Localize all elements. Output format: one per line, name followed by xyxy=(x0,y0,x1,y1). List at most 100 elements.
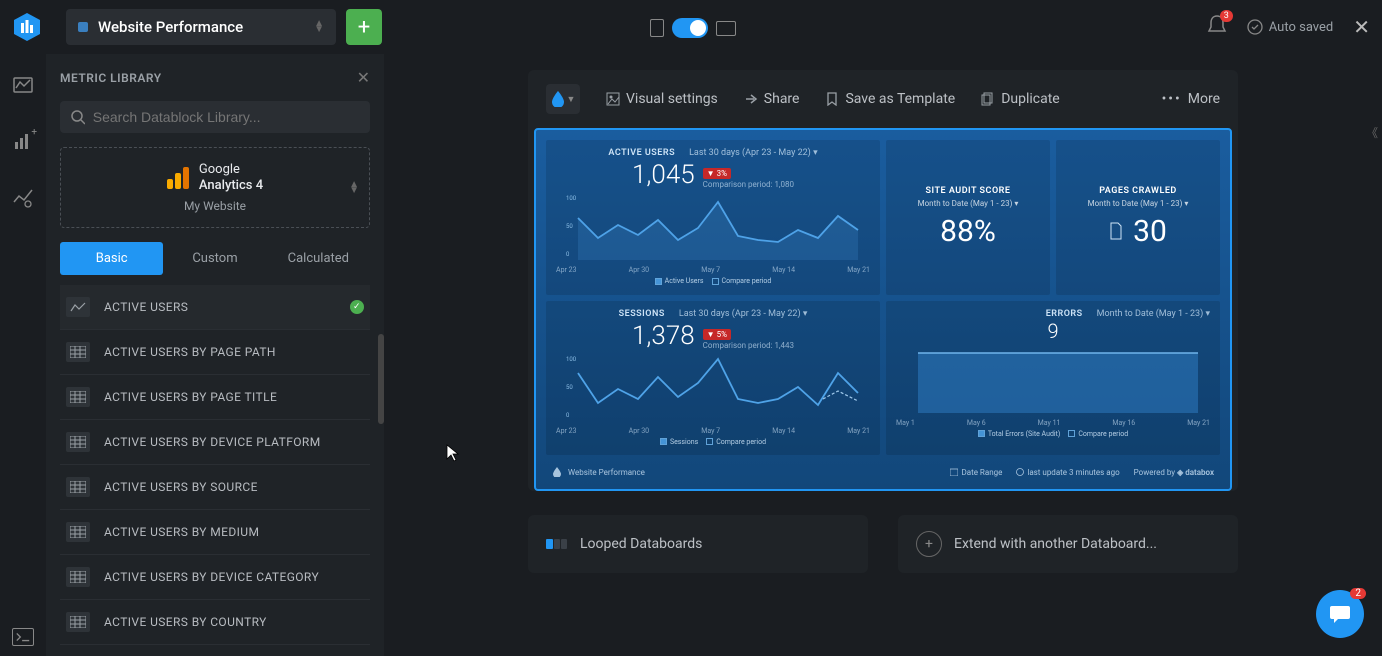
chevron-updown-icon: ▲▼ xyxy=(314,21,324,33)
share-button[interactable]: Share xyxy=(744,91,800,107)
table-icon xyxy=(66,477,90,497)
nav-metrics-icon[interactable]: + xyxy=(12,130,34,152)
databoard-footer: Website Performance Date Range last upda… xyxy=(546,461,1220,479)
nav-dashboards-icon[interactable] xyxy=(12,74,34,96)
widget-errors[interactable]: ERRORS Month to Date (May 1 - 23) ▾ 9 Ma… xyxy=(886,301,1220,456)
databoard-preview[interactable]: ACTIVE USERS Last 30 days (Apr 23 - May … xyxy=(534,128,1232,491)
svg-text:100: 100 xyxy=(566,195,577,202)
chevron-down-icon: ▾ xyxy=(1184,199,1188,208)
picture-icon xyxy=(606,92,620,106)
bookmark-icon xyxy=(825,92,839,106)
search-box[interactable] xyxy=(60,101,370,133)
metric-label: ACTIVE USERS BY SOURCE xyxy=(104,480,258,494)
datasource-card[interactable]: Google Analytics 4 My Website ▲▼ xyxy=(60,147,370,228)
metric-item[interactable]: ACTIVE USERS BY DEVICE PLATFORM xyxy=(60,420,370,465)
metric-item[interactable]: ACTIVE USERS ✓ xyxy=(60,285,370,330)
notifications-button[interactable]: 3 xyxy=(1207,14,1227,40)
close-button[interactable]: ✕ xyxy=(1353,15,1370,39)
widget-pages-crawled[interactable]: PAGES CRAWLED Month to Date (May 1 - 23)… xyxy=(1056,140,1220,295)
panel-title: METRIC LIBRARY xyxy=(60,71,162,85)
metric-item[interactable]: ACTIVE USERS BY PAGE TITLE xyxy=(60,375,370,420)
dashboard-dropdown[interactable]: Website Performance ▲▼ xyxy=(66,9,336,45)
line-chart-icon xyxy=(66,297,90,317)
app-logo xyxy=(12,12,42,42)
search-input[interactable] xyxy=(93,109,360,125)
metric-label: ACTIVE USERS BY COUNTRY xyxy=(104,615,267,629)
nav-goals-icon[interactable] xyxy=(12,186,34,208)
autosave-indicator: Auto saved xyxy=(1247,19,1333,35)
google-analytics-icon xyxy=(167,167,189,189)
chat-fab[interactable]: 2 xyxy=(1316,590,1364,638)
metric-label: ACTIVE USERS BY DEVICE CATEGORY xyxy=(104,570,319,584)
metric-library-panel: METRIC LIBRARY ✕ Google Analytics 4 My W… xyxy=(46,54,384,656)
clock-icon xyxy=(1016,468,1024,476)
errors-chart xyxy=(896,343,1210,413)
metric-label: ACTIVE USERS BY PAGE PATH xyxy=(104,345,276,359)
topbar: Website Performance ▲▼ + 3 Auto saved ✕ xyxy=(0,0,1382,54)
right-top-row: SITE AUDIT SCORE Month to Date (May 1 - … xyxy=(886,140,1220,295)
tab-custom[interactable]: Custom xyxy=(163,242,266,275)
svg-text:50: 50 xyxy=(566,223,573,230)
duplicate-button[interactable]: Duplicate xyxy=(981,91,1060,107)
metric-label: ACTIVE USERS BY PAGE TITLE xyxy=(104,390,277,404)
notif-badge: 3 xyxy=(1220,10,1233,22)
left-nav: + xyxy=(0,54,46,656)
device-switch[interactable] xyxy=(672,18,708,38)
chevron-down-icon: ▾ xyxy=(1014,199,1018,208)
metric-label: ACTIVE USERS BY MEDIUM xyxy=(104,525,259,539)
svg-text:0: 0 xyxy=(566,251,570,258)
mobile-icon[interactable] xyxy=(650,19,664,37)
plus-circle-icon: + xyxy=(916,531,942,557)
page-icon xyxy=(1109,222,1123,240)
table-icon xyxy=(66,387,90,407)
loop-icon xyxy=(546,537,568,551)
active-users-chart: 100 50 0 xyxy=(556,190,870,260)
tab-basic[interactable]: Basic xyxy=(60,242,163,275)
metric-item[interactable]: ACTIVE USERS BY MEDIUM xyxy=(60,510,370,555)
metric-label: ACTIVE USERS BY DEVICE PLATFORM xyxy=(104,435,321,449)
copy-icon xyxy=(981,92,995,106)
check-circle-icon xyxy=(1247,19,1263,35)
databoard-toolbar: ▼ Visual settings Share Save as Template… xyxy=(528,84,1238,128)
console-icon[interactable] xyxy=(12,628,34,646)
metric-tabs: Basic Custom Calculated xyxy=(60,242,370,275)
bottom-actions: Looped Databoards + Extend with another … xyxy=(528,515,1238,573)
collapse-arrow-icon[interactable]: 《 xyxy=(1366,124,1378,141)
table-icon xyxy=(66,612,90,632)
panel-close-button[interactable]: ✕ xyxy=(357,68,370,87)
save-template-button[interactable]: Save as Template xyxy=(825,91,955,107)
canvas: 《 ▼ Visual settings Share Save as Templa… xyxy=(384,54,1382,656)
share-icon xyxy=(744,92,758,106)
chevron-down-icon: ▾ xyxy=(803,309,808,319)
more-button[interactable]: •••More xyxy=(1162,91,1220,107)
drop-icon xyxy=(552,467,562,477)
chevron-down-icon: ▾ xyxy=(813,148,818,158)
looped-databoards-button[interactable]: Looped Databoards xyxy=(528,515,868,573)
chevron-down-icon: ▾ xyxy=(1205,309,1210,319)
check-icon: ✓ xyxy=(350,300,364,314)
visual-settings-button[interactable]: Visual settings xyxy=(606,91,718,107)
databoard-card: ▼ Visual settings Share Save as Template… xyxy=(528,70,1238,491)
metric-item[interactable]: ACTIVE USERS BY DEVICE CATEGORY xyxy=(60,555,370,600)
metric-label: ACTIVE USERS xyxy=(104,300,188,314)
tab-calculated[interactable]: Calculated xyxy=(267,242,370,275)
widget-sessions[interactable]: SESSIONS Last 30 days (Apr 23 - May 22) … xyxy=(546,301,880,456)
dashboard-dot-icon xyxy=(78,22,88,32)
datasource-account: My Website xyxy=(71,199,359,213)
chat-icon xyxy=(1328,602,1352,626)
table-icon xyxy=(66,522,90,542)
add-button[interactable]: + xyxy=(346,9,382,45)
desktop-icon[interactable] xyxy=(716,21,736,36)
chat-badge: 2 xyxy=(1350,588,1366,599)
table-icon xyxy=(66,342,90,362)
widget-site-audit[interactable]: SITE AUDIT SCORE Month to Date (May 1 - … xyxy=(886,140,1050,295)
widget-active-users[interactable]: ACTIVE USERS Last 30 days (Apr 23 - May … xyxy=(546,140,880,295)
metric-item[interactable]: ACTIVE USERS BY PAGE PATH xyxy=(60,330,370,375)
metric-item[interactable]: ACTIVE USERS BY SOURCE xyxy=(60,465,370,510)
search-icon xyxy=(70,109,85,125)
sessions-chart: 100500 xyxy=(556,351,870,421)
svg-text:100: 100 xyxy=(566,356,577,363)
theme-dropdown[interactable]: ▼ xyxy=(546,84,580,114)
extend-databoard-button[interactable]: + Extend with another Databoard... xyxy=(898,515,1238,573)
metric-item[interactable]: ACTIVE USERS BY COUNTRY xyxy=(60,600,370,645)
